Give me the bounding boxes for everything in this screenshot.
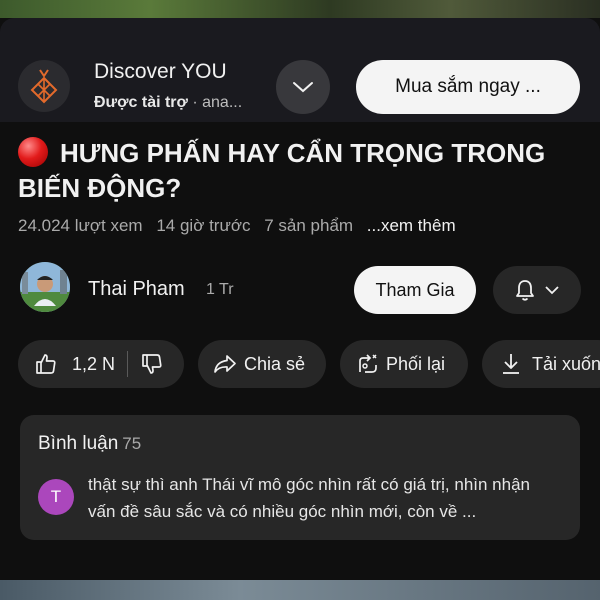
chevron-down-icon [293,82,313,93]
pineapple-logo-icon[interactable] [18,60,70,112]
video-meta[interactable]: 24.024 lượt xem 14 giờ trước 7 sản phẩm … [18,216,465,236]
remix-button[interactable]: Phối lại [340,340,468,388]
remix-icon [359,354,377,373]
channel-avatar[interactable] [20,262,70,312]
share-label: Chia sẻ [244,353,306,374]
chevron-down-icon [545,286,559,295]
ad-sponsored-line: Được tài trợ · ana... [94,94,242,112]
like-count: 1,2 N [72,353,116,374]
ad-expand-button[interactable] [276,60,330,114]
divider [127,351,129,377]
remix-label: Phối lại [386,353,446,374]
top-comment-text[interactable]: thật sự thì anh Thái vĩ mô góc nhìn rất … [88,471,558,525]
video-player-edge[interactable] [0,0,600,18]
thumbs-up-icon[interactable] [34,352,58,376]
separator-dot: · [187,94,203,111]
next-content-edge[interactable] [0,580,600,600]
bell-icon [516,280,534,301]
comments-card[interactable]: Bình luận 75 T thật sự thì anh Thái vĩ mô… [20,415,580,540]
ad-title[interactable]: Discover YOU [94,60,227,84]
download-button[interactable]: Tải xuống [482,340,600,388]
join-button[interactable]: Tham Gia [354,266,476,314]
download-label: Tải xuống [532,353,600,374]
red-circle-emoji-icon [18,137,48,167]
channel-name[interactable]: Thai Pham [88,278,185,301]
video-title[interactable]: HƯNG PHẤN HAY CẨN TRỌNG TRONG BIẾN ĐỘNG? [18,136,588,206]
advertiser-name: ana... [202,94,243,111]
show-more-link[interactable]: ...xem thêm [367,216,456,235]
sponsored-label: Được tài trợ [94,94,188,111]
product-count: 7 sản phẩm [264,216,354,235]
notification-bell-button[interactable] [493,266,581,314]
video-title-block[interactable]: HƯNG PHẤN HAY CẨN TRỌNG TRONG BIẾN ĐỘNG? [18,136,588,206]
view-count: 24.024 lượt xem [18,216,143,235]
commenter-avatar[interactable]: T [38,479,74,515]
share-arrow-icon [214,355,236,373]
like-dislike-chip[interactable]: 1,2 N [18,340,184,388]
download-icon [503,354,519,374]
subscriber-count: 1 Tr [206,281,234,298]
comments-count: 75 [122,434,142,453]
sponsored-ad-bar[interactable]: Discover YOU Được tài trợ · ana... Mua s… [0,18,600,122]
comments-header: Bình luận 75 [38,433,141,455]
share-button[interactable]: Chia sẻ [198,340,326,388]
ad-cta-button[interactable]: Mua sắm ngay ... [356,60,580,114]
upload-time: 14 giờ trước [156,216,251,235]
comments-label: Bình luận [38,433,119,454]
thumbs-down-icon[interactable] [140,352,164,376]
